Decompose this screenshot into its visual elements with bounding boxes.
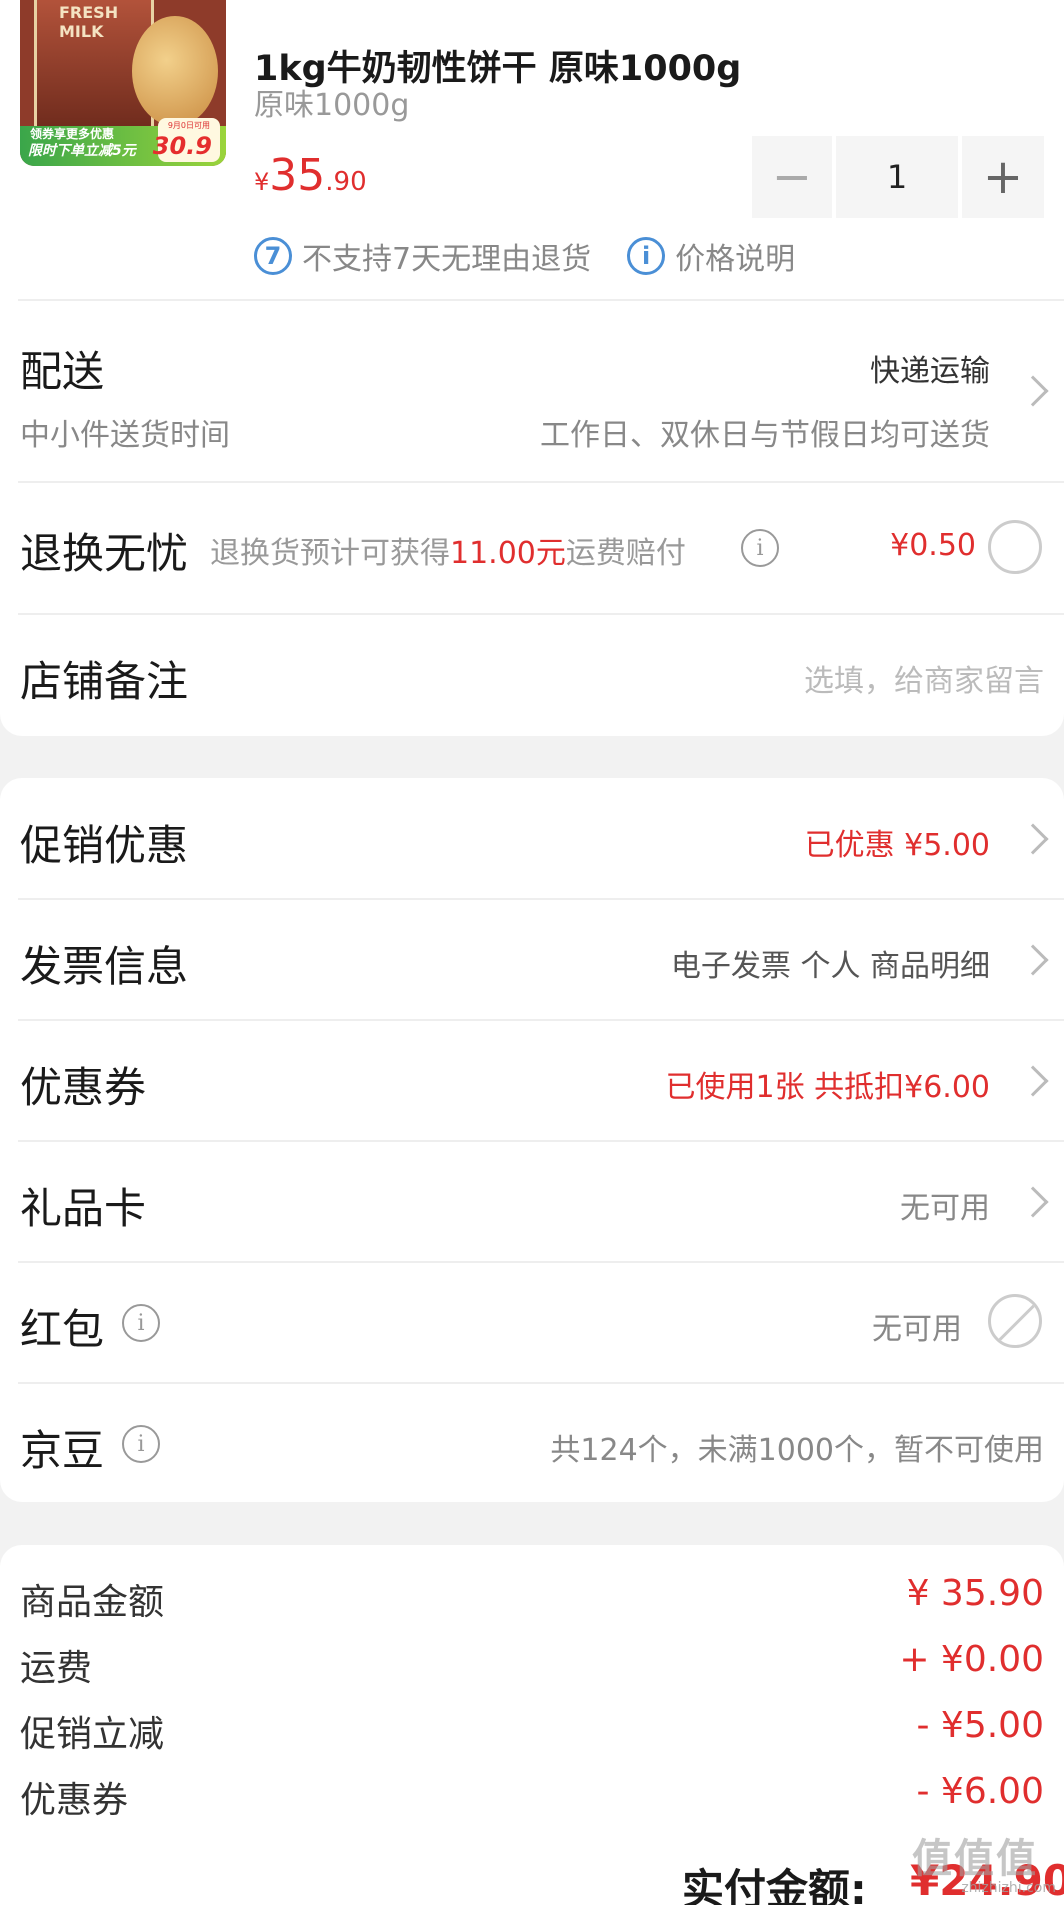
return-insurance-checkbox[interactable] bbox=[988, 520, 1042, 574]
price-decimal: .90 bbox=[325, 167, 367, 197]
divider bbox=[18, 299, 1064, 301]
delivery-time-label: 中小件送货时间 bbox=[20, 418, 230, 453]
return-insurance-label: 退换无忧 bbox=[20, 529, 189, 578]
info-icon[interactable]: i bbox=[122, 1304, 160, 1342]
quantity-stepper: − 1 + bbox=[752, 136, 1044, 218]
promotions-label: 促销优惠 bbox=[20, 821, 189, 870]
biscuit-image bbox=[132, 16, 218, 126]
gift-card-label: 礼品卡 bbox=[20, 1184, 147, 1233]
promo-banner-line2: 限时下单立减5元 bbox=[28, 143, 136, 159]
chevron-right-icon bbox=[1017, 375, 1049, 407]
hint-prefix: 退换货预计可获得 bbox=[210, 536, 450, 571]
goods-amount-label: 商品金额 bbox=[20, 1582, 165, 1623]
divider bbox=[18, 1019, 1064, 1021]
disabled-radio-icon bbox=[988, 1294, 1042, 1348]
decrease-quantity-button[interactable]: − bbox=[752, 136, 832, 218]
shop-note-input[interactable]: 选填，给商家留言 bbox=[804, 656, 1044, 700]
goods-amount-value: ¥ 35.90 bbox=[906, 1573, 1044, 1614]
product-price: ¥35.90 bbox=[254, 150, 367, 201]
divider bbox=[18, 1261, 1064, 1263]
quantity-value[interactable]: 1 bbox=[836, 136, 958, 218]
divider bbox=[18, 1382, 1064, 1384]
return-insurance-hint: 退换货预计可获得11.00元运费赔付 bbox=[210, 528, 686, 572]
image-price-tag-value: 30.9 bbox=[152, 132, 212, 160]
product-thumbnail[interactable]: FRESH MILK 领券享更多优惠 限时下单立减5元 9月0日可用 30.9 bbox=[20, 0, 226, 166]
divider bbox=[18, 1140, 1064, 1142]
delivery-time-value: 工作日、双休日与节假日均可送货 bbox=[540, 418, 990, 453]
gift-card-value: 无可用 bbox=[900, 1191, 990, 1226]
coupon-value: 已使用1张 共抵扣¥6.00 bbox=[665, 1070, 990, 1105]
product-variant: 原味1000g bbox=[254, 88, 410, 123]
invoice-label: 发票信息 bbox=[20, 942, 189, 991]
jingdou-label: 京豆 bbox=[20, 1426, 105, 1475]
hint-amount: 11.00元 bbox=[450, 536, 566, 571]
chevron-right-icon bbox=[1017, 1065, 1049, 1097]
chevron-right-icon bbox=[1017, 1186, 1049, 1218]
delivery-method: 快递运输 bbox=[870, 354, 990, 389]
increase-quantity-button[interactable]: + bbox=[962, 136, 1044, 218]
price-integer: 35 bbox=[269, 150, 326, 201]
invoice-value: 电子发票 个人 商品明细 bbox=[670, 949, 990, 984]
price-explain-link[interactable]: 价格说明 bbox=[675, 234, 795, 278]
divider bbox=[18, 481, 1064, 483]
shop-note-label: 店铺备注 bbox=[20, 657, 189, 706]
shipping-value: + ¥0.00 bbox=[899, 1639, 1044, 1680]
price-summary-card: 商品金额 ¥ 35.90 运费 + ¥0.00 促销立减 - ¥5.00 优惠券… bbox=[0, 1545, 1064, 1905]
product-package-text: FRESH MILK bbox=[59, 3, 119, 41]
red-packet-value: 无可用 bbox=[872, 1312, 962, 1347]
chevron-right-icon bbox=[1017, 944, 1049, 976]
divider bbox=[18, 613, 1064, 615]
shipping-label: 运费 bbox=[20, 1648, 93, 1689]
discounts-card: 促销优惠 已优惠 ¥5.00 发票信息 电子发票 个人 商品明细 优惠券 已使用… bbox=[0, 778, 1064, 1502]
coupon-discount-value: - ¥6.00 bbox=[916, 1771, 1045, 1812]
watermark-url: zhizhizhi.com bbox=[961, 1880, 1056, 1896]
product-notes: 7 不支持7天无理由退货 i 价格说明 bbox=[254, 234, 795, 278]
image-price-tag: 9月0日可用 30.9 bbox=[153, 118, 220, 162]
divider bbox=[18, 898, 1064, 900]
hint-suffix: 运费赔付 bbox=[565, 536, 686, 571]
info-icon[interactable]: i bbox=[122, 1425, 160, 1463]
chevron-right-icon bbox=[1017, 823, 1049, 855]
total-label: 实付金额: bbox=[682, 1865, 867, 1905]
red-packet-label: 红包 bbox=[20, 1305, 105, 1354]
order-item-card: FRESH MILK 领券享更多优惠 限时下单立减5元 9月0日可用 30.9 … bbox=[0, 0, 1064, 736]
promotions-value: 已优惠 ¥5.00 bbox=[804, 828, 990, 863]
delivery-label: 配送 bbox=[20, 347, 105, 396]
info-icon[interactable]: i bbox=[741, 529, 779, 567]
return-insurance-price: ¥0.50 bbox=[890, 528, 976, 563]
no-return-icon: 7 bbox=[254, 237, 292, 275]
coupon-discount-label: 优惠券 bbox=[20, 1780, 129, 1821]
no-return-text: 不支持7天无理由退货 bbox=[302, 242, 592, 277]
coupon-label: 优惠券 bbox=[20, 1063, 147, 1112]
promo-discount-label: 促销立减 bbox=[20, 1714, 165, 1755]
promo-discount-value: - ¥5.00 bbox=[916, 1705, 1045, 1746]
price-symbol: ¥ bbox=[254, 168, 270, 196]
price-info-icon[interactable]: i bbox=[627, 237, 666, 275]
jingdou-value: 共124个，未满1000个，暂不可使用 bbox=[550, 1433, 1044, 1468]
image-price-tag-note: 9月0日可用 bbox=[167, 121, 210, 130]
